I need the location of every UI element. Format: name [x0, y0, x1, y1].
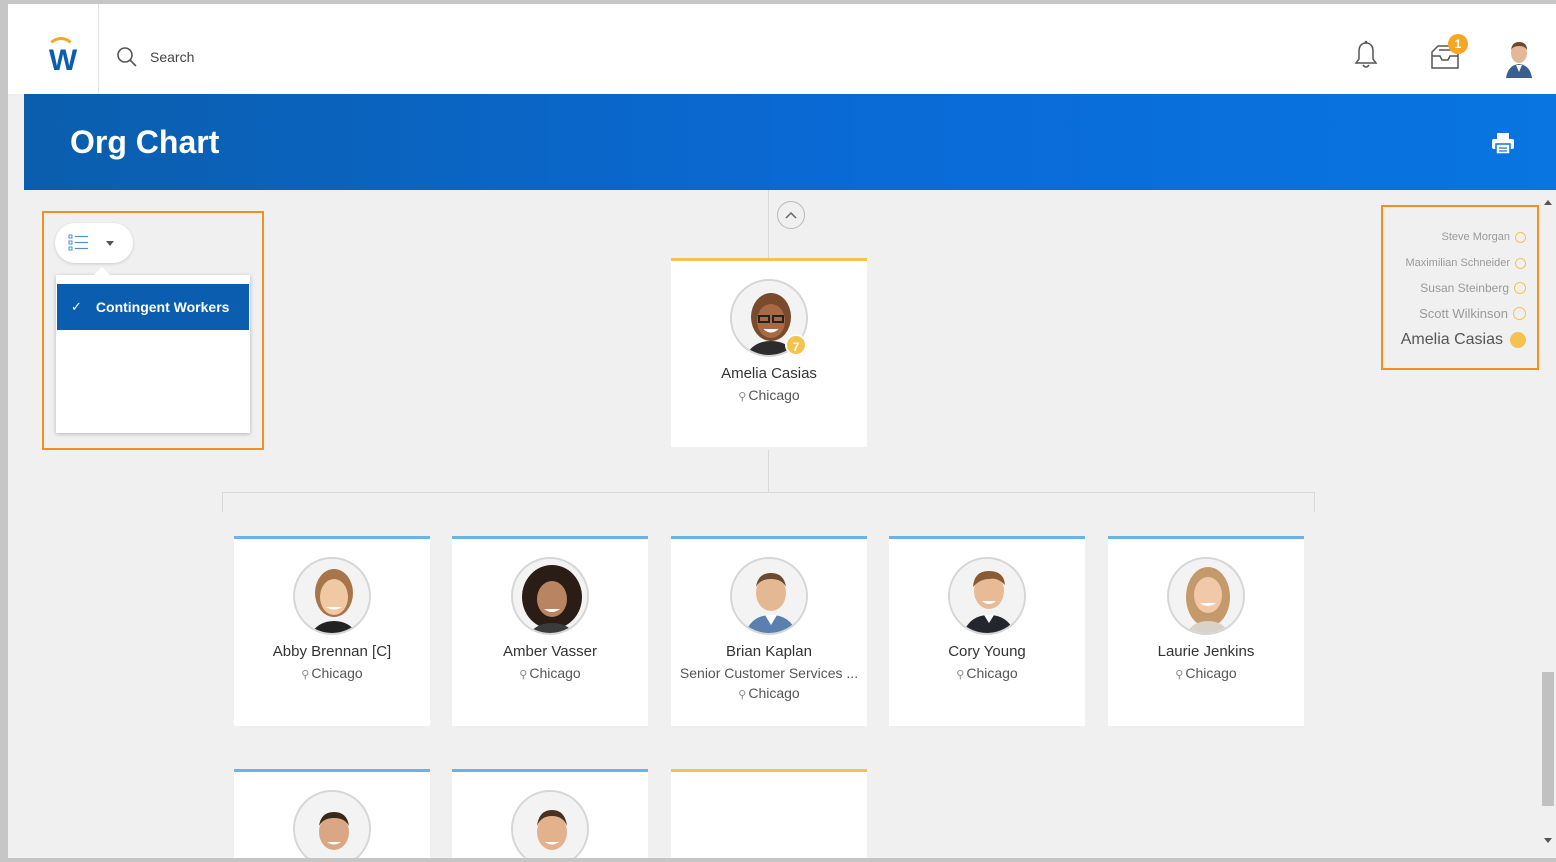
location-text: Chicago: [1185, 665, 1237, 681]
direct-reports-count-badge: 7: [785, 334, 807, 356]
print-icon[interactable]: [1490, 130, 1516, 156]
connector-left: [222, 492, 223, 512]
breadcrumb-item-susan-steinberg[interactable]: Susan Steinberg: [1420, 281, 1526, 295]
view-filter-button[interactable]: [55, 223, 133, 263]
person-photo-icon: [732, 559, 806, 633]
connector-right: [1314, 492, 1315, 512]
top-bar: W Search 1: [8, 4, 1556, 94]
connector-horizontal: [222, 492, 1315, 493]
breadcrumb-item-scott-wilkinson[interactable]: Scott Wilkinson: [1419, 306, 1526, 321]
location-text: Chicago: [748, 685, 800, 701]
employee-name: Amber Vasser: [503, 643, 597, 660]
search-icon: [117, 47, 137, 67]
workday-logo[interactable]: W: [8, 4, 99, 94]
report-card-row2-3[interactable]: [671, 769, 867, 858]
person-photo-icon: [513, 559, 587, 633]
breadcrumb-label: Steve Morgan: [1441, 231, 1510, 243]
checkmark-icon: ✓: [71, 299, 82, 314]
avatar: [1167, 557, 1245, 635]
employee-title: Senior Customer Services ...: [679, 665, 859, 681]
avatar: [511, 557, 589, 635]
connector-manager-down: [768, 450, 769, 492]
location-pin-icon: ⚲: [1175, 669, 1184, 681]
avatar: [293, 790, 371, 858]
location-pin-icon: ⚲: [956, 669, 965, 681]
report-card-abby-brennan[interactable]: Abby Brennan [C] ⚲ Chicago: [234, 536, 430, 726]
employee-name: Abby Brennan [C]: [272, 643, 392, 660]
breadcrumb-label: Scott Wilkinson: [1419, 306, 1508, 321]
bell-icon[interactable]: [1354, 40, 1378, 70]
location-text: Chicago: [529, 665, 581, 681]
report-card-row2-2[interactable]: [452, 769, 648, 858]
page-header: Org Chart: [24, 94, 1556, 190]
report-card-brian-kaplan[interactable]: Brian Kaplan Senior Customer Services ..…: [671, 536, 867, 726]
employee-name: Cory Young: [948, 643, 1026, 660]
breadcrumb-current-dot-icon: [1510, 332, 1526, 348]
report-card-row2-1[interactable]: [234, 769, 430, 858]
breadcrumb-label: Amelia Casias: [1400, 331, 1503, 348]
person-photo-icon: [950, 559, 1024, 633]
location-text: Chicago: [311, 665, 363, 681]
navigate-up-button[interactable]: [777, 201, 805, 229]
breadcrumb-dot-icon: [1515, 231, 1526, 243]
avatar: [730, 557, 808, 635]
filter-option-contingent-workers[interactable]: ✓ Contingent Workers: [57, 284, 249, 330]
breadcrumb-dot-icon: [1515, 257, 1526, 269]
breadcrumb-label: Susan Steinberg: [1420, 281, 1509, 295]
employee-name: Amelia Casias: [721, 365, 817, 382]
breadcrumb-dot-icon: [1514, 282, 1526, 294]
breadcrumb-label: Maximilian Schneider: [1405, 257, 1510, 269]
menu-pointer: [94, 267, 110, 275]
chevron-up-icon: [785, 211, 797, 219]
breadcrumb-item-maximilian-schneider[interactable]: Maximilian Schneider: [1405, 257, 1526, 269]
user-avatar[interactable]: [1506, 40, 1532, 78]
logo-letter: W: [48, 44, 78, 77]
employee-location: ⚲ Chicago: [234, 665, 430, 681]
employee-name: Laurie Jenkins: [1157, 643, 1255, 660]
person-photo-icon: [295, 559, 369, 633]
breadcrumb-item-amelia-casias[interactable]: Amelia Casias: [1401, 331, 1526, 349]
connector-top: [768, 190, 769, 260]
location-text: Chicago: [748, 387, 800, 403]
location-pin-icon: ⚲: [519, 669, 528, 681]
breadcrumb-dot-icon: [1513, 307, 1526, 320]
inbox-count-badge: 1: [1448, 34, 1468, 54]
report-card-cory-young[interactable]: Cory Young ⚲ Chicago: [889, 536, 1085, 726]
caret-down-icon: [106, 241, 114, 246]
location-pin-icon: ⚲: [738, 391, 747, 403]
employee-location: ⚲ Chicago: [889, 665, 1085, 681]
location-pin-icon: ⚲: [301, 669, 310, 681]
location-text: Chicago: [966, 665, 1018, 681]
employee-location: ⚲ Chicago: [671, 387, 867, 403]
person-photo-icon: [295, 792, 369, 858]
breadcrumb-item-steve-morgan[interactable]: Steve Morgan: [1442, 231, 1526, 243]
avatar: [511, 790, 589, 858]
scrollbar-thumb[interactable]: [1542, 672, 1554, 806]
list-view-icon: [68, 234, 88, 251]
avatar: [948, 557, 1026, 635]
person-photo-icon: [513, 792, 587, 858]
employee-location: ⚲ Chicago: [452, 665, 648, 681]
avatar: [293, 557, 371, 635]
filter-option-label: Contingent Workers: [95, 299, 230, 315]
app-window: W Search 1 Org Chart 7 Amelia Casias ⚲ C…: [8, 4, 1556, 858]
employee-location: ⚲ Chicago: [1108, 665, 1304, 681]
location-pin-icon: ⚲: [738, 689, 747, 701]
report-card-amber-vasser[interactable]: Amber Vasser ⚲ Chicago: [452, 536, 648, 726]
filter-menu: ✓ Contingent Workers: [56, 267, 250, 433]
report-card-laurie-jenkins[interactable]: Laurie Jenkins ⚲ Chicago: [1108, 536, 1304, 726]
employee-name: Brian Kaplan: [726, 643, 812, 660]
scroll-up-arrow-icon[interactable]: [1544, 200, 1552, 205]
search-input[interactable]: Search: [150, 49, 194, 65]
employee-location: ⚲ Chicago: [671, 685, 867, 701]
manager-card[interactable]: 7 Amelia Casias ⚲ Chicago: [671, 258, 867, 447]
person-photo-icon: [1169, 559, 1243, 633]
scroll-down-arrow-icon[interactable]: [1544, 838, 1552, 843]
search-box[interactable]: Search: [116, 44, 194, 70]
page-title: Org Chart: [70, 124, 220, 160]
